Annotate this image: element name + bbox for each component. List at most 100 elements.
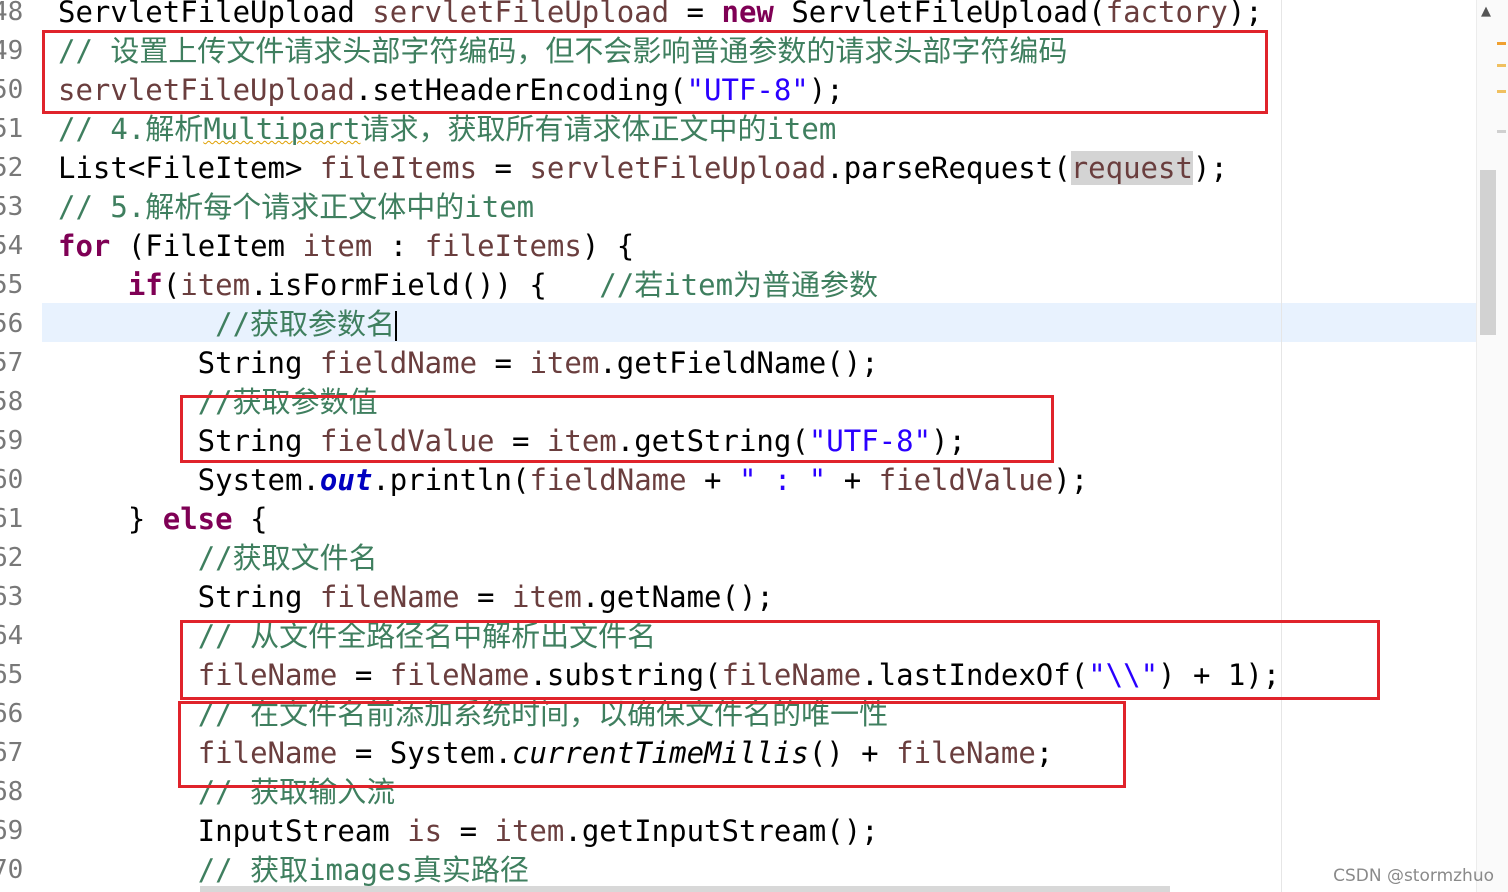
code-token: request (1070, 151, 1193, 185)
code-line[interactable]: if(item.isFormField()) { //若item为普通参数 (58, 266, 878, 305)
code-token: servletFileUpload (529, 151, 827, 185)
code-token: //获取参数名 (215, 307, 396, 341)
code-token: = (477, 151, 530, 185)
code-token: item (180, 268, 251, 302)
code-token: InputStream (58, 814, 408, 848)
code-token: String (58, 580, 320, 614)
code-token: .getInputStream(); (564, 814, 879, 848)
code-token: = (669, 0, 722, 29)
code-line[interactable]: for (FileItem item : fileItems) { (58, 227, 634, 266)
code-token: if (127, 268, 163, 302)
horizontal-scrollbar[interactable] (200, 886, 1170, 892)
code-line[interactable]: //获取参数名 (58, 305, 398, 344)
scroll-up-arrow-icon[interactable]: ▲ (1478, 4, 1494, 20)
code-token: item (302, 229, 373, 263)
annotation-box-timestamp (178, 701, 1126, 788)
line-number[interactable]: 67 (0, 734, 32, 773)
code-token: .println( (372, 463, 530, 497)
line-number[interactable]: 56 (0, 305, 32, 344)
code-token: ); (1227, 0, 1263, 29)
code-token: : (372, 229, 425, 263)
code-token: (FileItem (110, 229, 303, 263)
code-token: ); (1192, 151, 1228, 185)
text-caret (395, 311, 398, 341)
code-token: // 4.解析 (58, 112, 204, 146)
line-number-gutter[interactable]: 4849505152535455565758596061626364656667… (0, 0, 42, 892)
code-line[interactable]: String fileName = item.getName(); (58, 578, 774, 617)
annotation-box-header-encoding (42, 30, 1268, 114)
code-token: new (721, 0, 774, 29)
code-token: .parseRequest( (826, 151, 1071, 185)
code-token: // 获取images真实路径 (197, 853, 529, 887)
code-token: // 5.解析每个请求正文体中的item (58, 190, 535, 224)
code-line[interactable]: ServletFileUpload servletFileUpload = ne… (58, 0, 1263, 32)
code-token: + (826, 463, 879, 497)
overview-ruler-marker[interactable] (1497, 64, 1506, 67)
code-token: List<FileItem> (58, 151, 320, 185)
line-number[interactable]: 61 (0, 500, 32, 539)
code-token: } (58, 502, 163, 536)
line-number[interactable]: 66 (0, 695, 32, 734)
line-number[interactable]: 70 (0, 851, 32, 890)
code-token: ) { (581, 229, 635, 263)
line-number[interactable]: 48 (0, 0, 32, 32)
code-token: fieldValue (878, 463, 1054, 497)
line-number[interactable]: 69 (0, 812, 32, 851)
line-number[interactable]: 59 (0, 422, 32, 461)
code-line[interactable]: // 5.解析每个请求正文体中的item (58, 188, 534, 227)
code-token: item (529, 346, 600, 380)
scrollbar-thumb[interactable] (1480, 170, 1496, 335)
annotation-box-field-value (180, 395, 1054, 463)
line-number[interactable]: 50 (0, 71, 32, 110)
line-number[interactable]: 68 (0, 773, 32, 812)
line-number[interactable]: 58 (0, 383, 32, 422)
line-number[interactable]: 64 (0, 617, 32, 656)
code-token: ServletFileUpload (58, 0, 373, 29)
code-token: String (58, 346, 320, 380)
line-number[interactable]: 49 (0, 32, 32, 71)
code-line[interactable]: } else { (58, 500, 268, 539)
code-line[interactable]: InputStream is = item.getInputStream(); (58, 812, 879, 851)
line-number[interactable]: 60 (0, 461, 32, 500)
code-line[interactable]: // 4.解析Multipart请求，获取所有请求体正文中的item (58, 110, 836, 149)
code-line[interactable]: // 获取images真实路径 (58, 851, 529, 890)
code-token: //获取文件名 (197, 541, 378, 575)
code-token: { (232, 502, 268, 536)
code-line[interactable]: String fieldName = item.getFieldName(); (58, 344, 879, 383)
line-number[interactable]: 52 (0, 149, 32, 188)
annotation-box-substring (180, 620, 1380, 700)
code-editor[interactable]: 4849505152535455565758596061626364656667… (0, 0, 1476, 892)
line-number[interactable]: 62 (0, 539, 32, 578)
code-token: out (319, 463, 373, 497)
code-token: = (459, 580, 512, 614)
line-number[interactable]: 55 (0, 266, 32, 305)
code-token: fileName (319, 580, 460, 614)
code-line[interactable]: List<FileItem> fileItems = servletFileUp… (58, 149, 1228, 188)
code-token: System. (58, 463, 320, 497)
code-line[interactable]: System.out.println(fieldName + " : " + f… (58, 461, 1089, 500)
vertical-scrollbar[interactable] (1476, 0, 1508, 892)
overview-ruler-marker[interactable] (1497, 42, 1506, 45)
line-number[interactable]: 54 (0, 227, 32, 266)
code-token: else (162, 502, 233, 536)
line-number[interactable]: 57 (0, 344, 32, 383)
code-line[interactable]: //获取文件名 (58, 539, 378, 578)
line-number[interactable]: 65 (0, 656, 32, 695)
overview-ruler-marker[interactable] (1497, 90, 1506, 93)
code-token: ServletFileUpload( (773, 0, 1106, 29)
code-token: is (407, 814, 443, 848)
code-token: Multipart (203, 112, 361, 146)
line-number[interactable]: 63 (0, 578, 32, 617)
line-number[interactable]: 53 (0, 188, 32, 227)
overview-ruler-marker[interactable] (1497, 130, 1506, 133)
line-number[interactable]: 51 (0, 110, 32, 149)
code-token: item (494, 814, 565, 848)
code-token: factory (1105, 0, 1228, 29)
